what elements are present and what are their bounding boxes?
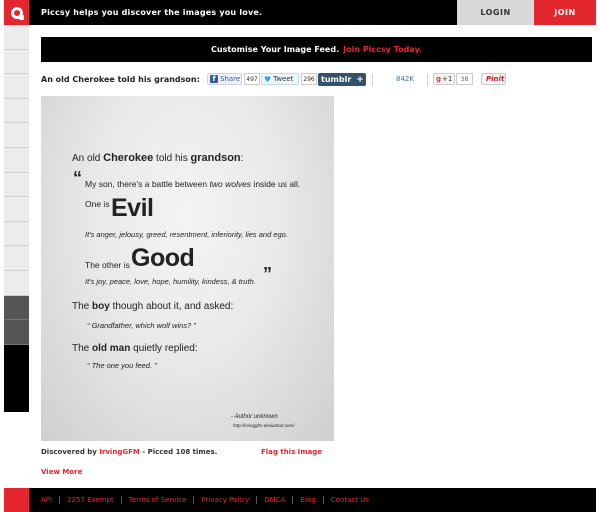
banner-text: Customise Your Image Feed. [211, 45, 340, 54]
sidebar-item[interactable] [4, 221, 29, 247]
quote-line-evil-desc: It's anger, jelousy, greed, resentment, … [85, 230, 288, 239]
sidebar-item[interactable] [4, 147, 29, 173]
quote-line-boy: The boy though about it, and asked: [72, 301, 234, 312]
view-more-link[interactable]: View More [41, 468, 82, 476]
tweet-button[interactable]: ♥ Tweet [261, 73, 299, 85]
footer-link-2257[interactable]: 2257 Exempt [59, 496, 121, 504]
google-plus-label: +1 [442, 75, 453, 83]
footer: API 2257 Exempt Terms of Service Privacy… [4, 488, 596, 512]
top-navigation-bar: Piccsy helps you discover the images you… [4, 0, 596, 25]
discovered-label: Discovered by [41, 448, 100, 456]
view-count: 842K [396, 75, 414, 83]
sidebar-item[interactable] [4, 246, 29, 271]
sidebar-item[interactable] [4, 25, 29, 50]
quote-line-good-desc: It's joy, peace, love, hope, humility, k… [85, 277, 256, 286]
divider [372, 74, 373, 86]
footer-link-api[interactable]: API [41, 496, 59, 504]
sidebar-item[interactable] [4, 270, 29, 296]
logo-icon [10, 6, 24, 20]
tumblr-label: tumblr [321, 75, 352, 84]
twitter-bird-icon: ♥ [264, 74, 272, 84]
quote-line-one-is: One is [85, 199, 110, 209]
facebook-share-count: 497 [244, 73, 260, 85]
quote-line-other-is: The other is [85, 260, 130, 270]
quote-line-answer: “ The one you feed. ” [87, 361, 157, 370]
google-plus-icon: g [436, 75, 442, 83]
close-quote-mark: ” [263, 264, 272, 284]
footer-link-blog[interactable]: Blog [292, 496, 322, 504]
sidebar-item[interactable] [4, 172, 29, 198]
divider [427, 74, 428, 86]
left-sidebar [4, 25, 29, 412]
login-button[interactable]: LOGIN [457, 0, 534, 25]
quote-word-evil: Evil [111, 194, 154, 222]
tweet-count: 296 [301, 73, 317, 85]
tweet-label: Tweet [273, 75, 294, 83]
facebook-icon: f [210, 75, 218, 83]
sidebar-block [4, 344, 29, 412]
flag-image-link[interactable]: Flag this Image [261, 448, 322, 456]
page: Piccsy helps you discover the images you… [0, 0, 600, 512]
footer-link-terms[interactable]: Terms of Service [120, 496, 194, 504]
open-quote-mark: “ [73, 168, 82, 188]
discovered-by-text: Discovered by IrvingGFM - Picced 108 tim… [41, 448, 217, 456]
sidebar-item[interactable] [4, 98, 29, 124]
quote-line-intro: An old Cherokee told his grandson: [72, 152, 244, 164]
facebook-share-label: Share [220, 75, 241, 83]
google-plus-button[interactable]: g +1 [433, 73, 455, 85]
customise-banner: Customise Your Image Feed. Join Piccsy T… [41, 37, 592, 62]
sidebar-item[interactable] [4, 74, 29, 99]
picced-count-text: - Picced 108 times. [139, 448, 218, 456]
sidebar-item[interactable] [4, 197, 29, 222]
image-title: An old Cherokee told his grandson: [41, 75, 200, 84]
join-button[interactable]: JOIN [534, 0, 596, 25]
footer-links: API 2257 Exempt Terms of Service Privacy… [41, 496, 376, 504]
quote-line-old-man: The old man quietly replied: [72, 343, 198, 354]
quote-author: - Author unknown [231, 414, 278, 420]
pin-it-button[interactable]: Pinit [481, 73, 506, 85]
footer-link-contact[interactable]: Contact Us [322, 496, 376, 504]
quote-word-good: Good [131, 244, 195, 272]
piccsy-logo[interactable] [4, 0, 29, 25]
facebook-share-button[interactable]: f Share [207, 73, 242, 85]
footer-link-dmca[interactable]: DMCA [256, 496, 292, 504]
google-plus-count: 38 [456, 73, 473, 85]
discoverer-user-link[interactable]: IrvingGFM [99, 448, 140, 456]
sidebar-item[interactable] [4, 49, 29, 75]
quote-author-url: http://irvinggfm.deviantart.com/ [233, 423, 295, 428]
tumblr-share-button[interactable]: tumblr + [318, 73, 366, 86]
footer-logo [4, 488, 29, 512]
site-tagline: Piccsy helps you discover the images you… [41, 8, 263, 17]
footer-link-privacy[interactable]: Privacy Policy [193, 496, 256, 504]
quote-image[interactable]: An old Cherokee told his grandson: “ My … [41, 96, 334, 441]
sidebar-item[interactable] [4, 123, 29, 148]
sidebar-item[interactable] [4, 295, 29, 321]
sidebar-item[interactable] [4, 320, 29, 345]
plus-icon: + [356, 74, 364, 85]
quote-line-battle: My son, there's a battle between two wol… [85, 179, 301, 189]
quote-line-question: “ Grandfather, which wolf wins? ” [87, 321, 196, 330]
join-today-link[interactable]: Join Piccsy Today. [343, 45, 422, 54]
